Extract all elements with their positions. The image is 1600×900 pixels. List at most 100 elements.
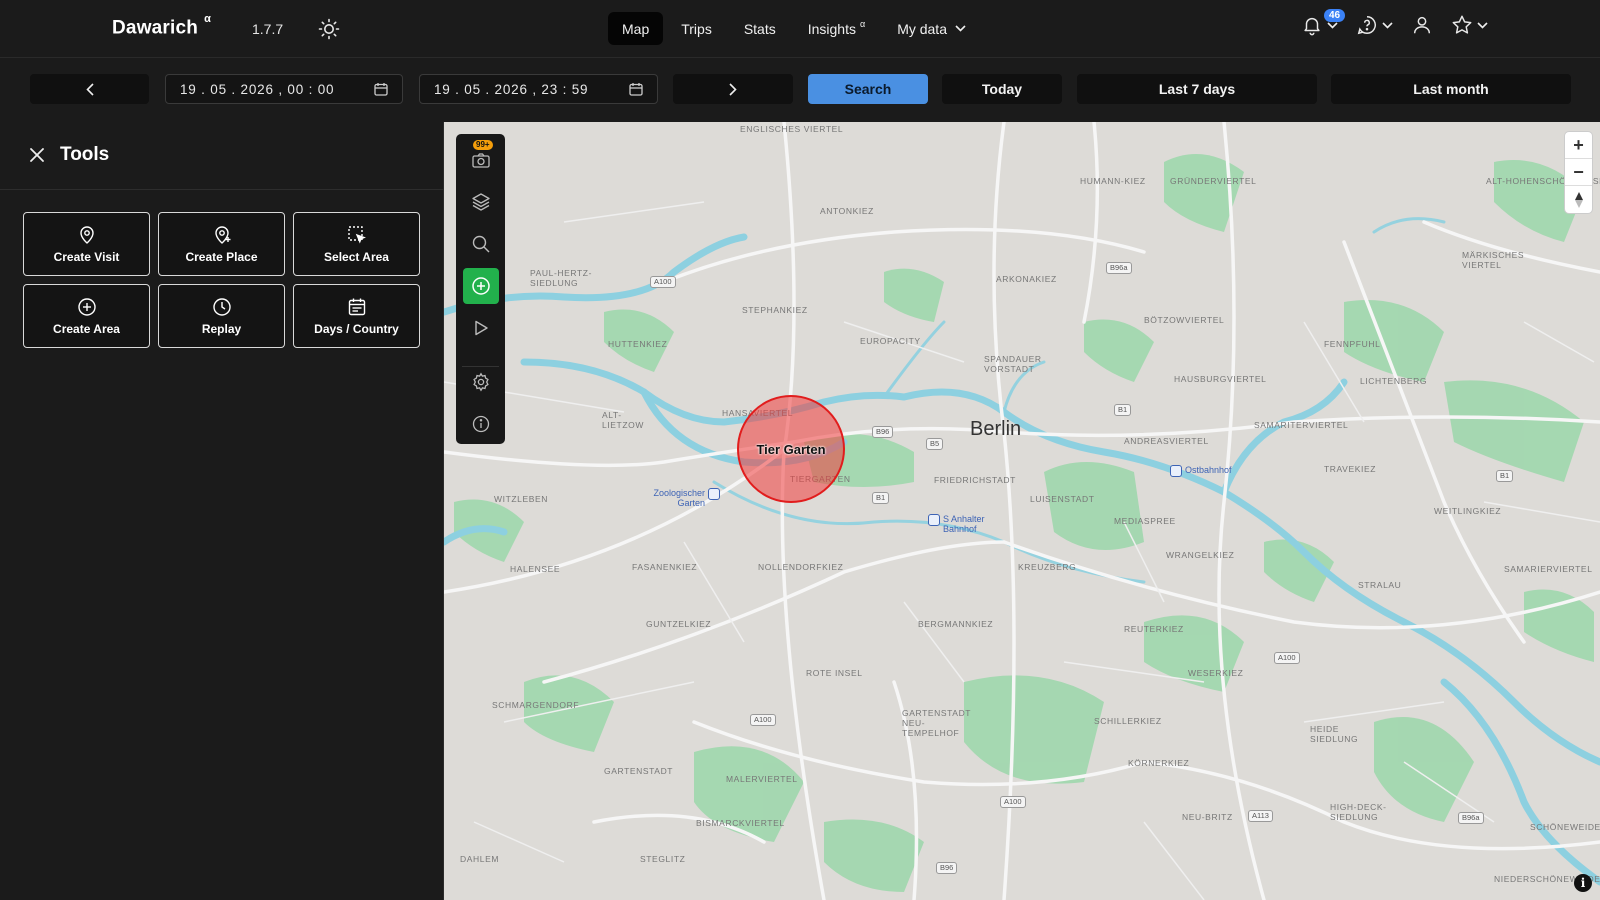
district-label: MALERVIERTEL [726, 774, 798, 784]
nav-map[interactable]: Map [608, 12, 664, 45]
map-settings-button[interactable] [463, 364, 499, 400]
gear-icon [473, 372, 489, 392]
replay-button[interactable]: Replay [158, 284, 285, 348]
train-station-icon [928, 514, 940, 526]
district-label: ARKONAKIEZ [996, 274, 1057, 284]
nav-insights[interactable]: Insights α [794, 12, 879, 45]
last-7-days-button[interactable]: Last 7 days [1077, 74, 1317, 104]
user-menu-button[interactable] [1411, 14, 1433, 36]
district-label: NOLLENDORFKIEZ [758, 562, 844, 572]
calendar-icon[interactable] [374, 82, 388, 96]
road-shield: B5 [926, 438, 944, 450]
road-shield: A100 [750, 714, 776, 726]
select-area-button[interactable]: Select Area [293, 212, 420, 276]
favorites-button[interactable] [1451, 14, 1488, 36]
help-circle-icon [1357, 16, 1376, 35]
station-label: Zoologischer Garten [653, 488, 705, 508]
chevron-down-icon [955, 25, 966, 32]
close-icon[interactable] [28, 146, 46, 164]
district-label: KÖRNERKIEZ [1128, 758, 1190, 768]
play-button[interactable] [463, 310, 499, 346]
notifications-button[interactable]: 46 [1301, 9, 1346, 36]
attribution-info-button[interactable]: i [1574, 874, 1592, 892]
district-label: WITZLEBEN [494, 494, 549, 504]
notification-count-badge: 46 [1324, 9, 1346, 22]
district-label: HUTTENKIEZ [608, 339, 668, 349]
create-area-label: Create Area [53, 321, 120, 336]
star-icon [1452, 15, 1472, 34]
station-label: Ostbahnhof [1185, 465, 1232, 475]
next-day-button[interactable] [673, 74, 793, 104]
reset-north-button[interactable] [1565, 186, 1592, 213]
app-version: 1.7.7 [252, 21, 284, 37]
prev-day-button[interactable] [30, 74, 149, 104]
nav-my-data[interactable]: My data [883, 12, 980, 45]
brand-logo[interactable]: Dawarich α [112, 13, 211, 39]
create-place-button[interactable]: Create Place [158, 212, 285, 276]
theme-toggle-icon[interactable] [317, 17, 341, 41]
search-button[interactable]: Search [808, 74, 928, 104]
start-datetime-value: 19 . 05 . 2026 , 00 : 00 [180, 81, 335, 97]
visit-area-label: Tier Garten [756, 441, 826, 457]
days-country-label: Days / Country [314, 321, 399, 336]
tools-panel: Tools Create Visit Create Place Select A… [0, 122, 444, 900]
plus-circle-icon [472, 277, 490, 295]
district-label: WRANGELKIEZ [1166, 550, 1235, 560]
help-button[interactable] [1356, 14, 1393, 36]
end-datetime-input[interactable]: 19 . 05 . 2026 , 23 : 59 [419, 74, 658, 104]
district-label: LUISENSTADT [1030, 494, 1095, 504]
zoom-out-button[interactable]: − [1565, 159, 1592, 186]
district-label: BISMARCKVIERTEL [696, 818, 785, 828]
station-anhalter-bahnhof[interactable]: S Anhalter Bahnhof [928, 514, 998, 534]
road-shield: B96a [1458, 812, 1484, 824]
map-canvas[interactable]: ENGLISCHES VIERTEL HUMANN-KIEZ GRÜNDERVI… [444, 122, 1600, 900]
district-label: EUROPACITY [860, 336, 921, 346]
district-label: GUNTZELKIEZ [646, 619, 712, 629]
create-place-label: Create Place [185, 249, 258, 264]
district-label: MEDIASPREE [1114, 516, 1176, 526]
play-icon [475, 320, 488, 336]
train-station-icon [708, 488, 720, 500]
chevron-down-icon [1477, 21, 1488, 29]
calendar-icon[interactable] [629, 82, 643, 96]
district-label: KREUZBERG [1018, 562, 1077, 572]
today-button[interactable]: Today [942, 74, 1062, 104]
district-label: DAHLEM [460, 854, 500, 864]
station-label: S Anhalter Bahnhof [943, 514, 985, 534]
nav-insights-alpha: α [859, 18, 866, 29]
start-datetime-input[interactable]: 19 . 05 . 2026 , 00 : 00 [165, 74, 403, 104]
district-label: PAUL-HERTZ-SIEDLUNG [530, 268, 593, 288]
plus-circle-icon [77, 297, 96, 316]
map-pin-plus-icon [214, 225, 230, 244]
bell-icon [1304, 17, 1320, 36]
district-label: HAUSBURGVIERTEL [1174, 374, 1267, 384]
train-station-icon [1170, 465, 1182, 477]
road-shield: B1 [1496, 470, 1514, 482]
nav-trips[interactable]: Trips [667, 12, 726, 45]
road-shield: A100 [1274, 652, 1300, 664]
tools-toggle-button[interactable] [463, 268, 499, 304]
station-ostbahnhof[interactable]: Ostbahnhof [1170, 465, 1232, 477]
district-label: STEPHANKIEZ [742, 305, 808, 315]
zoom-in-button[interactable]: + [1565, 132, 1592, 159]
create-visit-button[interactable]: Create Visit [23, 212, 150, 276]
layers-button[interactable] [463, 184, 499, 220]
search-icon [472, 235, 490, 253]
header-actions: 46 [1301, 9, 1488, 36]
district-label: FENNPFUHL [1324, 339, 1381, 349]
station-zoologischer-garten[interactable]: Zoologischer Garten [642, 488, 720, 508]
district-label: HIGH-DECK-SIEDLUNG [1330, 802, 1387, 822]
create-area-button[interactable]: Create Area [23, 284, 150, 348]
nav-stats[interactable]: Stats [730, 12, 790, 45]
district-label: ANTONKIEZ [820, 206, 874, 216]
visit-area-circle[interactable]: Tier Garten [737, 395, 845, 503]
photos-icon [472, 153, 490, 168]
days-country-button[interactable]: Days / Country [293, 284, 420, 348]
last-month-button[interactable]: Last month [1331, 74, 1571, 104]
map-info-button[interactable] [463, 406, 499, 442]
district-label: SCHMARGENDORF [492, 700, 580, 710]
map-search-button[interactable] [463, 226, 499, 262]
user-icon [1413, 16, 1431, 34]
district-label: SPANDAUER VORSTADT [984, 354, 1042, 374]
district-label: WEITLINGKIEZ [1434, 506, 1502, 516]
